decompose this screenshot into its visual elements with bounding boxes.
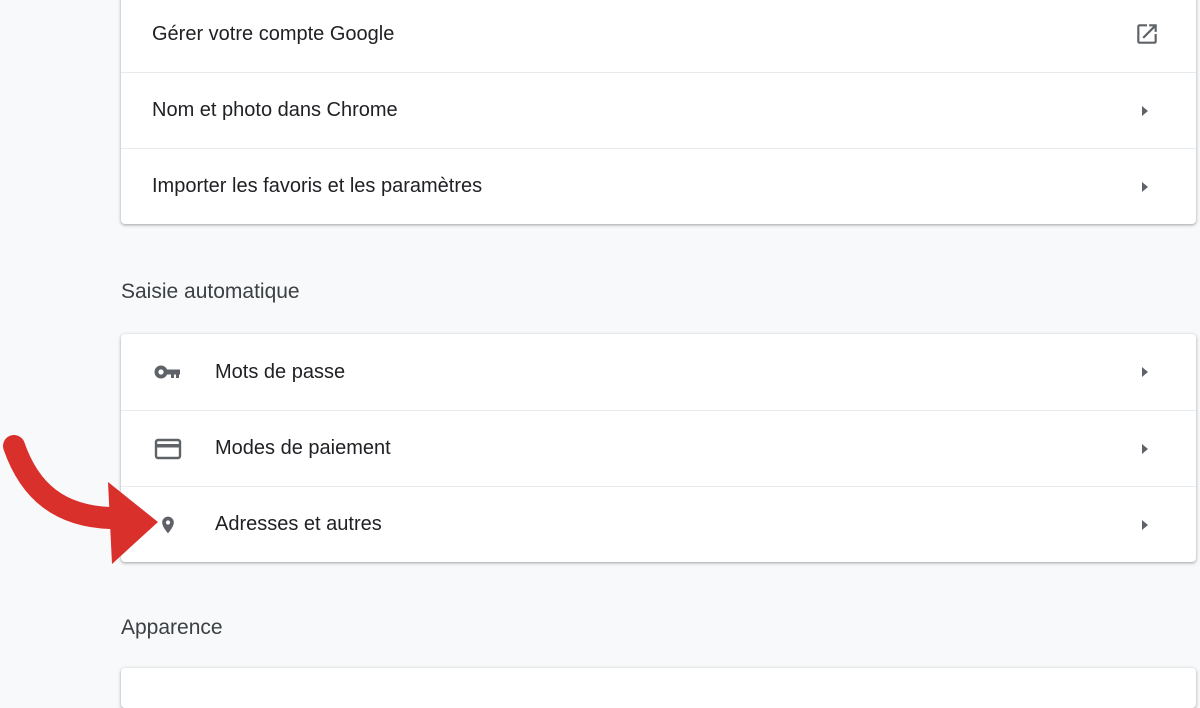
key-icon <box>151 359 185 385</box>
import-bookmarks-row[interactable]: Importer les favoris et les paramètres <box>121 148 1196 224</box>
passwords-label: Mots de passe <box>215 360 346 383</box>
open-in-new-icon[interactable] <box>1134 21 1160 47</box>
chevron-right-icon <box>1138 365 1152 379</box>
chevron-right-icon <box>1138 180 1152 194</box>
annotation-arrow <box>3 435 158 564</box>
chevron-right-icon <box>1138 104 1152 118</box>
autofill-card: Mots de passe Modes de paiement Adresses… <box>121 334 1196 562</box>
addresses-label: Adresses et autres <box>215 513 382 535</box>
payment-methods-label: Modes de paiement <box>215 437 391 459</box>
appearance-card <box>121 668 1196 708</box>
addresses-row[interactable]: Adresses et autres <box>121 486 1196 562</box>
name-photo-chrome-row[interactable]: Nom et photo dans Chrome <box>121 72 1196 148</box>
appearance-section-title: Apparence <box>121 616 223 639</box>
chevron-right-icon <box>1138 442 1152 456</box>
account-card: Gérer votre compte Google Nom et photo d… <box>121 0 1196 224</box>
payment-methods-row[interactable]: Modes de paiement <box>121 410 1196 486</box>
chevron-right-icon <box>1138 518 1152 532</box>
manage-google-account-label: Gérer votre compte Google <box>152 22 395 45</box>
passwords-row[interactable]: Mots de passe <box>121 334 1196 410</box>
name-photo-chrome-label: Nom et photo dans Chrome <box>152 99 398 121</box>
autofill-section-title: Saisie automatique <box>121 280 300 303</box>
import-bookmarks-label: Importer les favoris et les paramètres <box>152 175 483 197</box>
manage-google-account-row[interactable]: Gérer votre compte Google <box>121 0 1196 72</box>
